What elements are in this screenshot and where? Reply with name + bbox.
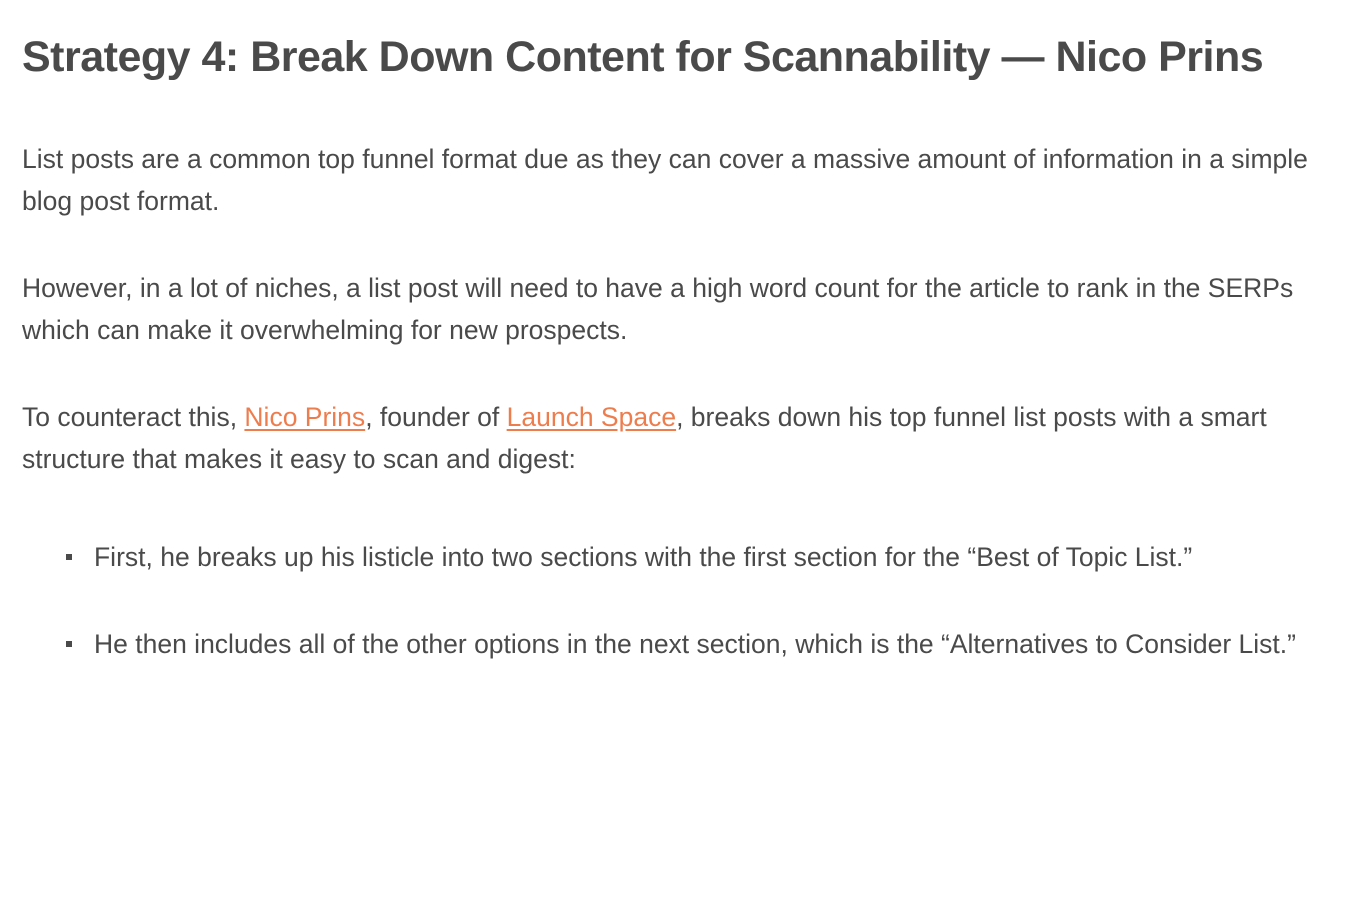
section-heading: Strategy 4: Break Down Content for Scann… xyxy=(22,28,1338,86)
bullet-list: First, he breaks up his listicle into tw… xyxy=(22,536,1338,665)
paragraph-1: List posts are a common top funnel forma… xyxy=(22,138,1338,223)
paragraph-3-text-2: , founder of xyxy=(365,402,506,432)
link-launch-space[interactable]: Launch Space xyxy=(507,402,676,432)
paragraph-3: To counteract this, Nico Prins, founder … xyxy=(22,396,1338,481)
paragraph-2: However, in a lot of niches, a list post… xyxy=(22,267,1338,352)
paragraph-3-text-1: To counteract this, xyxy=(22,402,244,432)
list-item: First, he breaks up his listicle into tw… xyxy=(80,536,1338,578)
link-nico-prins[interactable]: Nico Prins xyxy=(244,402,365,432)
list-item: He then includes all of the other option… xyxy=(80,623,1338,665)
